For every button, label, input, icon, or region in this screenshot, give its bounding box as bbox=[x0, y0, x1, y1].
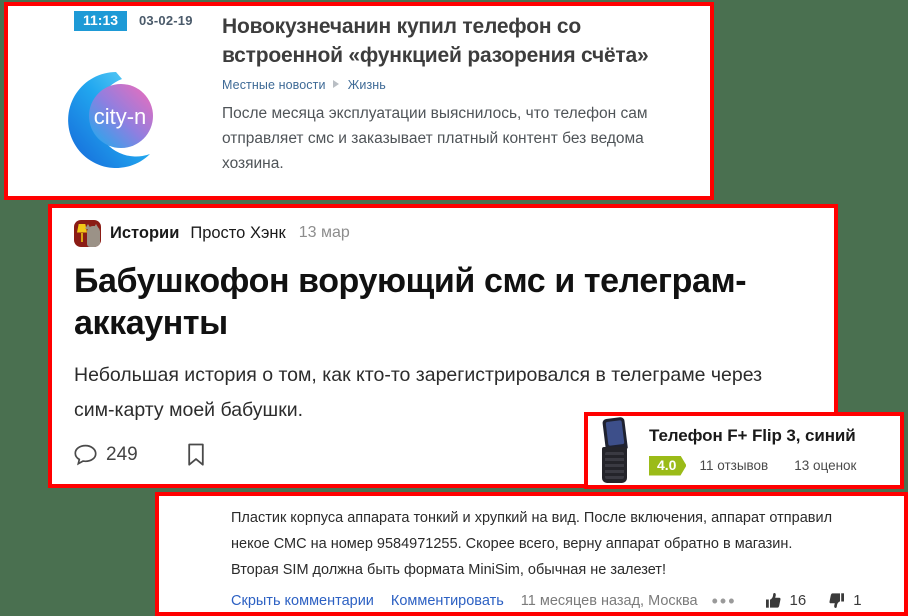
phone-keypad-shape bbox=[605, 451, 624, 479]
time-badge: 11:13 bbox=[74, 11, 128, 31]
news-date: 03-02-19 bbox=[139, 13, 193, 28]
city-n-logo-graphic: city-n bbox=[68, 72, 153, 168]
more-options-icon[interactable]: ••• bbox=[712, 592, 737, 610]
news-panel-content: 11:13 03-02-19 city-n Новокузнечанин куп… bbox=[8, 6, 710, 196]
comment-text-line: некое СМС на номер 9584971255. Скорее вс… bbox=[231, 536, 793, 552]
hide-comments-link[interactable]: Скрыть комментарии bbox=[231, 593, 374, 609]
svg-text:city-n: city-n bbox=[94, 104, 147, 129]
story-panel-content: Истории Просто Хэнк 13 мар Бабушкофон во… bbox=[52, 208, 834, 466]
comment-timestamp: 11 месяцев назад, Москва bbox=[520, 592, 698, 609]
like-count: 16 bbox=[789, 592, 807, 609]
like-button[interactable]: 16 bbox=[765, 592, 807, 609]
breadcrumb-subsection[interactable]: Жизнь bbox=[348, 78, 386, 92]
bookmark-icon bbox=[188, 443, 204, 466]
news-text-column: Новокузнечанин купил телефон со встроенн… bbox=[222, 12, 702, 176]
story-header: Истории Просто Хэнк 13 мар bbox=[74, 218, 834, 248]
breadcrumb: Местные новости Жизнь bbox=[222, 78, 702, 92]
news-article-panel[interactable]: 11:13 03-02-19 city-n Новокузнечанин куп… bbox=[4, 2, 714, 200]
breadcrumb-section[interactable]: Местные новости bbox=[222, 78, 326, 92]
channel-avatar-icon[interactable] bbox=[74, 219, 101, 247]
comment-footer: Скрыть комментарии Комментировать 11 мес… bbox=[231, 592, 904, 610]
publish-date: 13 мар bbox=[298, 224, 350, 241]
author-name[interactable]: Просто Хэнк bbox=[190, 224, 285, 243]
comment-panel-content: Пластик корпуса аппарата тонкий и хрупки… bbox=[159, 496, 904, 610]
comment-text-line: Пластик корпуса аппарата тонкий и хрупки… bbox=[231, 510, 833, 526]
rating-badge: 4.0 bbox=[649, 455, 687, 476]
lamp-stem-shape bbox=[81, 232, 83, 242]
add-comment-link[interactable]: Комментировать bbox=[391, 593, 504, 609]
story-headline[interactable]: Бабушкофон ворующий смс и телеграм-аккау… bbox=[74, 260, 819, 344]
comment-text-line: Вторая SIM должна быть формата MiniSim, … bbox=[231, 562, 666, 578]
thumbs-down-icon bbox=[829, 593, 845, 609]
news-headline[interactable]: Новокузнечанин купил телефон со встроенн… bbox=[222, 12, 702, 70]
product-phone-image bbox=[593, 416, 639, 484]
product-title[interactable]: Телефон F+ Flip 3, синий bbox=[649, 426, 856, 446]
news-lead-text: После месяца эксплуатации выяснилось, чт… bbox=[222, 105, 648, 172]
product-meta-row: 4.0 11 отзывов 13 оценок bbox=[649, 455, 856, 476]
comments-count: 249 bbox=[106, 444, 138, 465]
comments-button[interactable]: 249 bbox=[74, 444, 138, 466]
phone-screen-shape bbox=[605, 419, 625, 446]
ratings-count[interactable]: 13 оценок bbox=[794, 458, 856, 473]
chevron-right-icon bbox=[333, 80, 340, 88]
comment-bubble-icon bbox=[74, 444, 97, 466]
cat-shape bbox=[87, 225, 100, 247]
city-n-logo: city-n bbox=[63, 68, 169, 173]
product-card-panel[interactable]: Телефон F+ Flip 3, синий 4.0 11 отзывов … bbox=[584, 412, 904, 489]
dislike-count: 1 bbox=[853, 592, 862, 609]
story-action-bar: 249 bbox=[74, 443, 206, 467]
dislike-button[interactable]: 1 bbox=[828, 592, 862, 609]
product-info: Телефон F+ Flip 3, синий 4.0 11 отзывов … bbox=[649, 426, 856, 476]
thumbs-up-icon bbox=[765, 592, 781, 608]
reviews-count[interactable]: 11 отзывов bbox=[699, 458, 768, 473]
product-comment-panel[interactable]: Пластик корпуса аппарата тонкий и хрупки… bbox=[155, 492, 908, 616]
channel-name[interactable]: Истории bbox=[110, 224, 179, 243]
bookmark-button[interactable] bbox=[186, 443, 206, 467]
product-card-content: Телефон F+ Flip 3, синий 4.0 11 отзывов … bbox=[588, 416, 900, 485]
